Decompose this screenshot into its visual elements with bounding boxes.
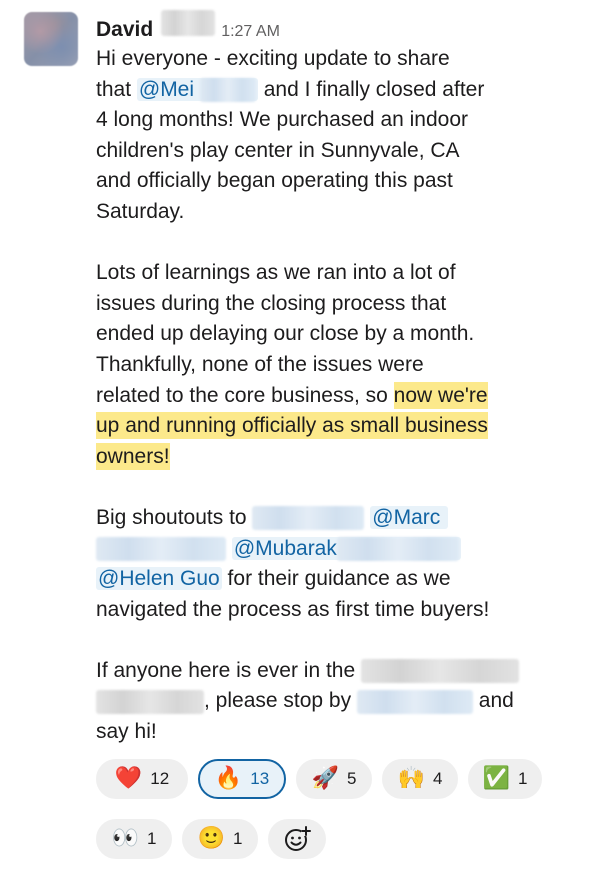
mention-mubarak[interactable]: @Mubarak xyxy=(231,536,461,561)
reactions-bar: ❤️ 12 🔥 13 🚀 5 🙌 4 ✅ 1 👀 1 🙂 1 xyxy=(96,759,576,879)
reaction-count: 5 xyxy=(346,769,357,788)
highlighted-text: owners! xyxy=(96,442,170,470)
heart-icon: ❤️ xyxy=(114,766,143,791)
check-mark-icon: ✅ xyxy=(482,766,510,791)
redacted-mention[interactable] xyxy=(96,536,226,561)
paragraph-1: Hi everyone - exciting update to share t… xyxy=(96,47,485,223)
reaction-count: 12 xyxy=(150,769,170,788)
message: David 1:27 AM Hi everyone - exciting upd… xyxy=(96,10,576,748)
paragraph-3: Big shoutouts to @Marc @Mubarak @Helen G… xyxy=(96,505,490,621)
paragraph-4: If anyone here is ever in the , please s… xyxy=(96,656,576,748)
reaction-count: 1 xyxy=(146,829,157,848)
reaction-count: 1 xyxy=(517,769,528,788)
reaction-slightly-smiling-face[interactable]: 🙂 1 xyxy=(182,819,258,859)
highlighted-text: up and running officially as small busin… xyxy=(96,412,488,440)
reaction-heart[interactable]: ❤️ 12 xyxy=(96,759,188,799)
redacted-mention[interactable] xyxy=(252,506,365,531)
message-header: David 1:27 AM xyxy=(96,10,576,44)
redacted-place[interactable] xyxy=(356,689,473,714)
reaction-count: 13 xyxy=(250,769,270,788)
message-body: Hi everyone - exciting update to share t… xyxy=(96,44,576,748)
mention-helen-guo[interactable]: @Helen Guo xyxy=(96,567,222,591)
paragraph-2: Lots of learnings as we ran into a lot o… xyxy=(96,261,488,470)
mention-marc[interactable]: @Marc xyxy=(370,505,449,529)
reaction-check-mark[interactable]: ✅ 1 xyxy=(468,759,542,799)
redacted-location xyxy=(96,689,204,714)
slightly-smiling-face-icon: 🙂 xyxy=(197,826,225,851)
reaction-raised-hands[interactable]: 🙌 4 xyxy=(382,759,458,799)
reaction-count: 1 xyxy=(232,829,243,848)
mention-mei[interactable]: @Mei xyxy=(136,77,258,103)
redacted-author-surname xyxy=(161,10,216,36)
eyes-icon: 👀 xyxy=(111,826,139,851)
highlighted-text: now we're xyxy=(393,381,488,409)
reaction-rocket[interactable]: 🚀 5 xyxy=(296,759,372,799)
reaction-count: 4 xyxy=(432,769,443,788)
raised-hands-icon: 🙌 xyxy=(397,766,425,791)
reaction-eyes[interactable]: 👀 1 xyxy=(96,819,172,859)
timestamp[interactable]: 1:27 AM xyxy=(221,23,280,41)
add-reaction-icon xyxy=(285,826,311,851)
redacted-location xyxy=(361,659,519,684)
fire-icon: 🔥 xyxy=(214,766,243,791)
avatar[interactable] xyxy=(24,12,78,66)
author-name[interactable]: David xyxy=(96,13,153,47)
rocket-icon: 🚀 xyxy=(311,766,339,791)
reaction-fire[interactable]: 🔥 13 xyxy=(198,759,286,799)
add-reaction-button[interactable] xyxy=(268,819,326,859)
